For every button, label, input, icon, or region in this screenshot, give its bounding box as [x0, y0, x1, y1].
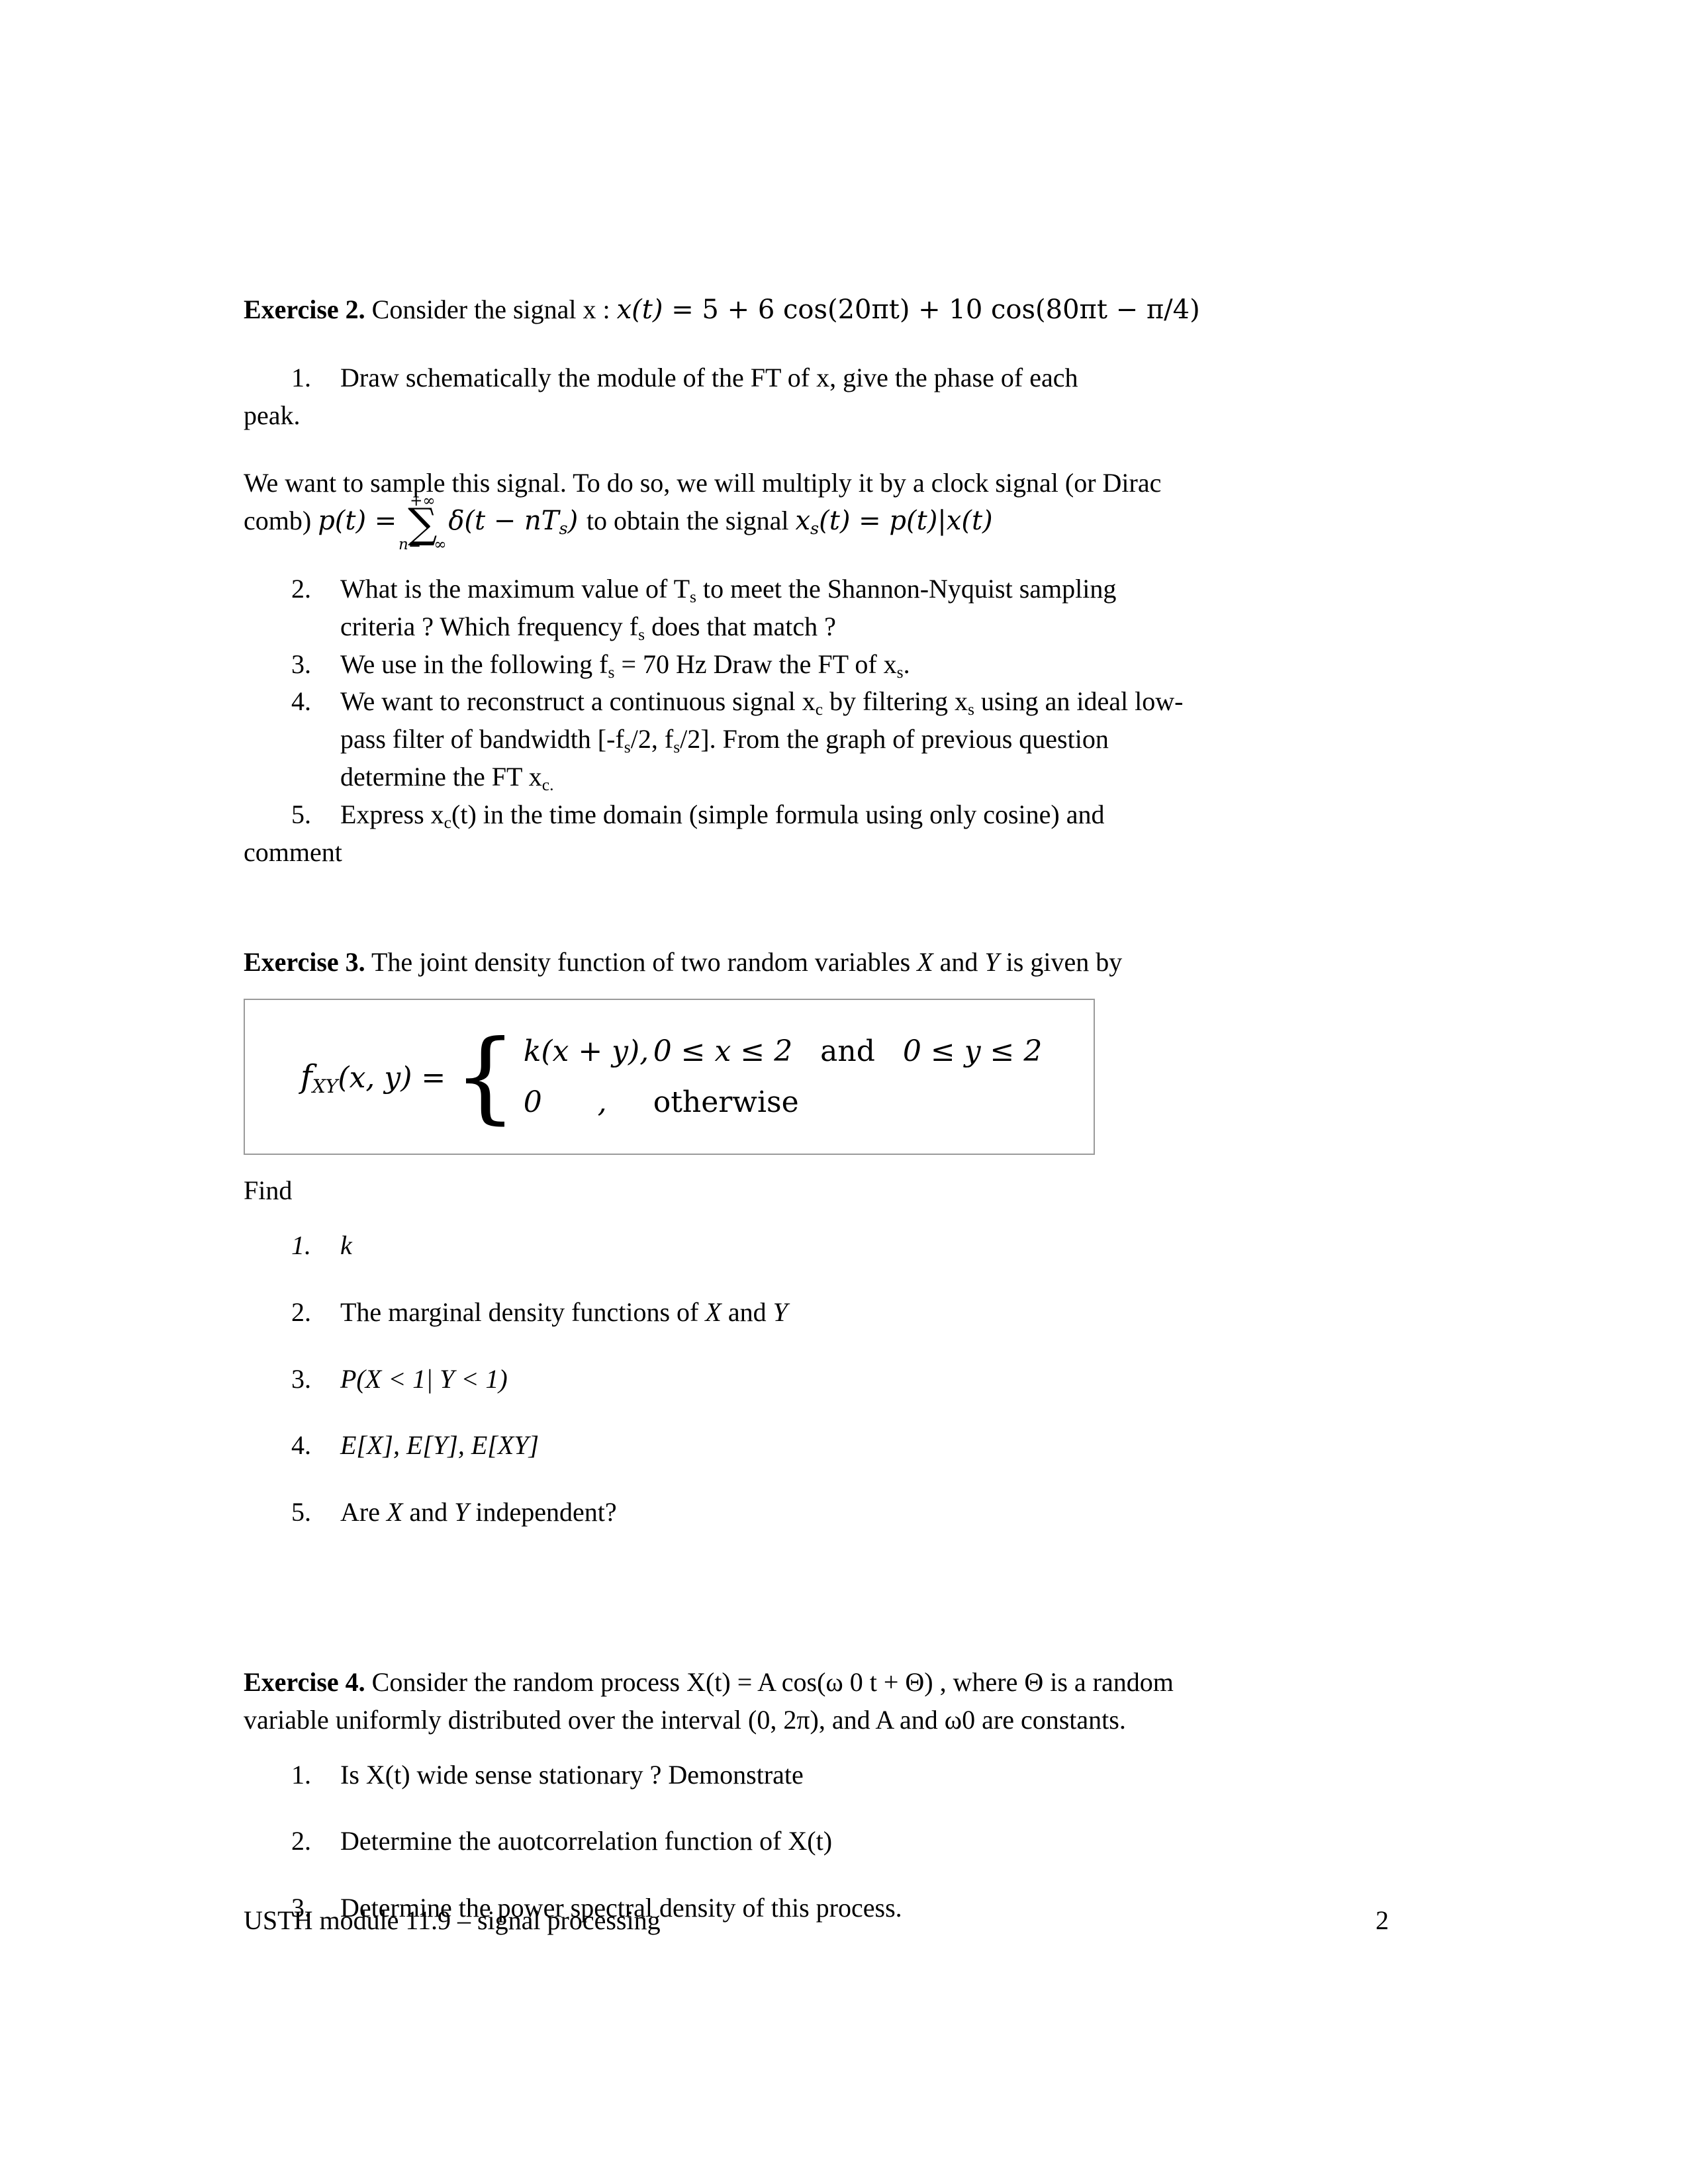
exercise3-label: Exercise 3. [244, 947, 365, 978]
list-number: 4. [291, 1430, 311, 1461]
list-item: 5. Are X and Y independent? [244, 1494, 1389, 1531]
exercise2-label: Exercise 2. [244, 295, 365, 324]
exercise4-intro-line1: Consider the random process X(t) = A cos… [371, 1666, 1174, 1697]
exercise4-intro-line2: variable uniformly distributed over the … [244, 1704, 1126, 1735]
page-footer: USTH module 11.9 – signal processing 2 [244, 1905, 1389, 1936]
formula-cases: k(x + y), 0 ≤ x ≤ 2 and 0 ≤ y ≤ 2 0 , ot… [524, 1034, 1043, 1119]
joint-density-formula-box: fXY(x, y) = { k(x + y), 0 ≤ x ≤ 2 and 0 … [244, 999, 1095, 1156]
list-item: 1. k [244, 1227, 1389, 1265]
exercise4-question-list: 1. Is X(t) wide sense stationary ? Demon… [244, 1756, 1389, 1927]
list-number: 3. [291, 1363, 311, 1394]
exercise2-heading-line: Exercise 2. Consider the signal x : x(t)… [244, 291, 1389, 329]
list-number: 2. [291, 1826, 311, 1856]
list-text: What is the maximum value of Ts to meet … [340, 573, 1117, 644]
list-text: We want to reconstruct a continuous sign… [340, 686, 1184, 795]
footer-text: USTH module 11.9 – signal processing [244, 1905, 661, 1935]
comb-prefix: comb) [244, 506, 312, 536]
list-text: Draw schematically the module of the FT … [340, 362, 1078, 392]
case-row: k(x + y), 0 ≤ x ≤ 2 and 0 ≤ y ≤ 2 [524, 1034, 1043, 1068]
comb-mid-text: to obtain the signal [586, 506, 789, 536]
list-text: Express xc(t) in the time domain (simple… [340, 799, 1105, 832]
exercise2-question5-continuation: comment [244, 837, 342, 867]
exercise3-intro-c: is given by [999, 947, 1123, 978]
exercise4-label: Exercise 4. [244, 1666, 365, 1697]
exercise2-sampling-paragraph-line2: comb) p(t) = +∞ ∑ n=−∞ δ(t − nTs) to obtain … [244, 492, 1389, 553]
list-text: The marginal density functions of X and … [340, 1297, 788, 1327]
list-item: 2. What is the maximum value of Ts to me… [244, 570, 1389, 646]
case-condition: 0 ≤ x ≤ 2 and 0 ≤ y ≤ 2 [653, 1034, 1043, 1069]
list-number: 2. [291, 573, 311, 604]
find-label: Find [244, 1175, 293, 1206]
list-text: E[X], E[Y], E[XY] [340, 1430, 539, 1461]
list-item: 4. E[X], E[Y], E[XY] [244, 1427, 1389, 1465]
summation-symbol: +∞ ∑ n=−∞ [397, 492, 448, 553]
exercise3-intro-a: The joint density function of two random… [371, 947, 917, 978]
case-row: 0 , otherwise [524, 1085, 1043, 1119]
dirac-comb-formula: p(t) = +∞ ∑ n=−∞ δ(t − nTs) [318, 492, 586, 553]
list-item: 5. Express xc(t) in the time domain (sim… [244, 796, 1389, 834]
exercise2-question-list: 2. What is the maximum value of Ts to me… [244, 570, 1389, 834]
exercise3-intro-x: X [917, 947, 933, 978]
list-item: 4. We want to reconstruct a continuous s… [244, 683, 1389, 796]
sampled-signal-formula: xs(t) = p(t)|x(t) [795, 506, 993, 539]
exercise2-question1-list: 1. Draw schematically the module of the … [244, 359, 1389, 397]
list-item: 3. P(X < 1| Y < 1) [244, 1361, 1389, 1398]
exercise3-heading-line: Exercise 3. The joint density function o… [244, 944, 1389, 981]
exercise2-signal-formula: x(t) = 5 + 6 cos(20πt) + 10 cos(80πt − π… [616, 295, 1200, 325]
list-number: 1. [291, 1759, 311, 1790]
document-page: Exercise 2. Consider the signal x : x(t)… [0, 0, 1688, 2184]
exercise4-heading-line: Exercise 4. Consider the random process … [244, 1664, 1389, 1702]
list-number: 3. [291, 649, 311, 679]
sum-upper-limit: +∞ [410, 492, 436, 510]
list-text: Is X(t) wide sense stationary ? Demonstr… [340, 1759, 804, 1790]
list-text: Are X and Y independent? [340, 1497, 617, 1527]
case-value: k(x + y), [523, 1034, 649, 1069]
page-content: Exercise 2. Consider the signal x : x(t)… [244, 291, 1389, 1956]
left-brace: { [453, 1019, 517, 1134]
piecewise-formula: fXY(x, y) = { k(x + y), 0 ≤ x ≤ 2 and 0 … [301, 1019, 1043, 1134]
list-number: 2. [291, 1297, 311, 1327]
list-text: Determine the auotcorrelation function o… [340, 1826, 833, 1856]
exercise2-intro: Consider the signal x : [371, 295, 610, 324]
list-item: 2. Determine the auotcorrelation functio… [244, 1823, 1389, 1860]
list-number: 1. [291, 1230, 311, 1260]
exercise3-intro-y: Y [984, 947, 1000, 978]
list-number: 1. [291, 362, 311, 392]
list-text: We use in the following fs = 70 Hz Draw … [340, 649, 910, 682]
sum-lower-limit: n=−∞ [399, 535, 447, 553]
list-number: 5. [291, 1497, 311, 1527]
list-item: 3. We use in the following fs = 70 Hz Dr… [244, 646, 1389, 684]
list-number: 5. [291, 799, 311, 829]
list-text: k [340, 1230, 352, 1260]
list-text: P(X < 1| Y < 1) [340, 1363, 508, 1394]
list-item: 1. Is X(t) wide sense stationary ? Demon… [244, 1756, 1389, 1794]
case-value: 0 , [523, 1085, 607, 1120]
list-number: 4. [291, 686, 311, 717]
exercise3-intro-b: and [933, 947, 985, 978]
case-condition: otherwise [653, 1085, 799, 1120]
list-item: 2. The marginal density functions of X a… [244, 1294, 1389, 1332]
formula-lhs: fXY(x, y) = [301, 1058, 446, 1098]
page-number: 2 [1376, 1905, 1389, 1935]
exercise2-question1-continuation: peak. [244, 400, 301, 430]
list-item: 1. Draw schematically the module of the … [244, 359, 1389, 397]
exercise3-find-list: 1. k 2. The marginal density functions o… [244, 1227, 1389, 1531]
